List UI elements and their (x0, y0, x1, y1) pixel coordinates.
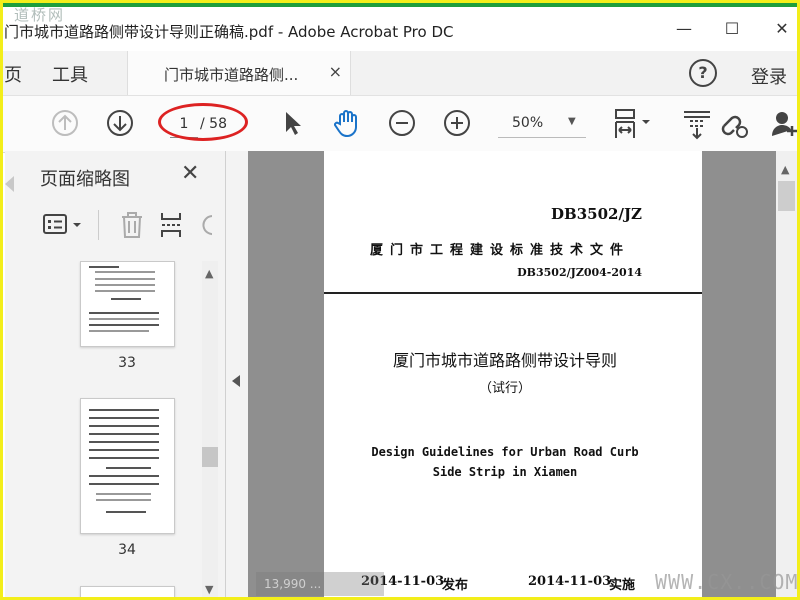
zoom-underline (498, 137, 586, 138)
doc-code: DB3502/JZ (551, 205, 642, 223)
zoom-out-icon[interactable] (387, 108, 417, 138)
doc-title-en-line2: Side Strip in Xiamen (432, 465, 578, 479)
panel-title: 页面缩略图 (40, 169, 130, 190)
trash-icon[interactable] (118, 210, 146, 240)
standard-number: DB3502/JZ004-2014 (517, 266, 642, 279)
thumbnail-page-35[interactable] (80, 586, 175, 600)
thumbnail-list: 33 34 (10, 261, 202, 600)
scroll-up-icon[interactable]: ▲ (781, 163, 789, 176)
toolbar-divider (98, 210, 99, 240)
collapse-arrow-icon (232, 375, 240, 387)
watermark-site: WWW.CX..COM (655, 570, 799, 594)
panel-pointer-icon (5, 176, 14, 192)
chevron-down-icon: ▼ (568, 116, 576, 127)
page-down-icon[interactable] (105, 108, 135, 138)
title-bar: 门市城市道路路侧带设计导则正确稿.pdf - Adobe Acrobat Pro… (0, 9, 800, 51)
fit-page-icon[interactable] (612, 108, 650, 138)
tab-document[interactable]: 门市城市道路路侧... × (127, 51, 351, 95)
extract-pages-icon[interactable] (158, 210, 186, 240)
zoom-value: 50% (512, 115, 544, 131)
zoom-select[interactable]: 50% ▼ (498, 110, 586, 138)
close-window-button[interactable]: ✕ (762, 19, 800, 43)
zoom-in-icon[interactable] (442, 108, 472, 138)
thumbnails-panel: 页面缩略图 ✕ 33 34 ▲ ▼ (5, 151, 226, 600)
tab-document-label: 门市城市道路路侧... (164, 66, 299, 84)
watermark-overlay: 13,990 ... (256, 572, 384, 596)
doc-title: 厦门市城市道路路侧带设计导则 (392, 351, 617, 370)
thumbnail-number: 34 (118, 542, 136, 558)
effective-label: 实施 (609, 578, 636, 593)
doc-title-en-line1: Design Guidelines for Urban Road Curb (371, 445, 639, 459)
publish-label: 发布 (442, 578, 469, 593)
options-menu-icon[interactable] (42, 212, 88, 238)
login-button[interactable]: 登录 (751, 63, 787, 89)
minimize-button[interactable]: — (664, 19, 704, 43)
scroll-up-icon[interactable]: ▲ (205, 267, 213, 280)
share-user-icon[interactable] (770, 108, 800, 138)
thumbnail-scrollbar[interactable]: ▲ ▼ (202, 261, 218, 600)
thumbnail-page-33[interactable] (80, 261, 175, 347)
panel-toolbar (10, 206, 230, 246)
tab-bar: 页 工具 门市城市道路路侧... × ? 登录 (0, 51, 800, 95)
document-viewer[interactable]: DB3502/JZ 厦门市工程建设标准技术文件 DB3502/JZ004-201… (248, 151, 776, 600)
doc-subtitle: （试行） (478, 381, 531, 396)
document-scrollbar[interactable]: ▲ (776, 151, 797, 600)
help-button[interactable]: ? (689, 59, 717, 87)
window-title: 门市城市道路路侧带设计导则正确稿.pdf - Adobe Acrobat Pro… (4, 23, 454, 41)
tab-close-button[interactable]: × (329, 62, 342, 81)
thumbnail-page-34[interactable] (80, 398, 175, 534)
tab-tools[interactable]: 工具 (52, 61, 88, 87)
scroll-mode-icon[interactable] (682, 108, 712, 140)
annotation-ellipse (158, 103, 248, 141)
scrollbar-thumb[interactable] (778, 181, 795, 211)
rotate-icon[interactable] (198, 210, 212, 240)
page-up-icon[interactable] (50, 108, 80, 138)
header-rule (324, 292, 702, 294)
maximize-button[interactable]: ☐ (712, 19, 752, 43)
effective-date: 2014-11-03 (528, 574, 612, 589)
tab-home[interactable]: 页 (4, 61, 22, 87)
watermark-logo: 道桥网 (14, 6, 66, 24)
panel-collapse-handle[interactable] (226, 151, 248, 600)
pdf-page: DB3502/JZ 厦门市工程建设标准技术文件 DB3502/JZ004-201… (324, 151, 702, 600)
scrollbar-thumb[interactable] (202, 447, 218, 467)
select-cursor-icon[interactable] (278, 108, 308, 138)
doc-type: 厦门市工程建设标准技术文件 (370, 243, 631, 258)
panel-close-button[interactable]: ✕ (181, 161, 199, 186)
page-number-field[interactable]: 1 / 58 (158, 103, 250, 141)
toolbar: 1 / 58 50% ▼ (0, 95, 800, 153)
hand-tool-icon[interactable] (332, 108, 362, 138)
thumbnail-number: 33 (118, 355, 136, 371)
link-icon[interactable] (718, 108, 748, 138)
scroll-down-icon[interactable]: ▼ (205, 583, 213, 596)
top-strip (0, 0, 800, 7)
